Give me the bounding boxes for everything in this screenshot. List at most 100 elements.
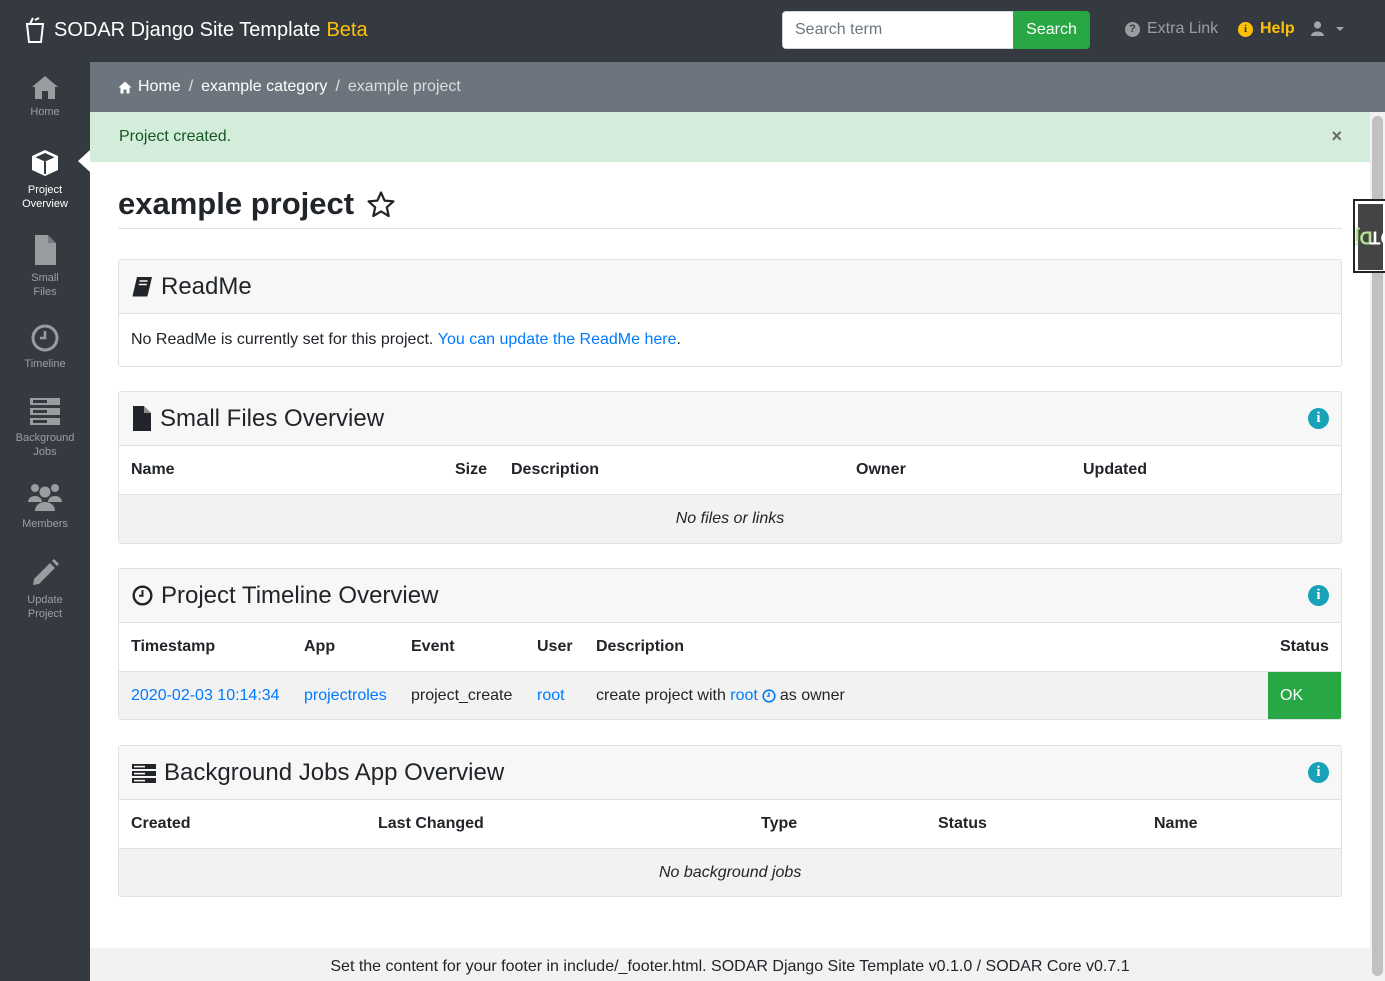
- readme-card: ReadMe No ReadMe is currently set for th…: [118, 259, 1342, 367]
- close-icon[interactable]: ×: [1331, 126, 1342, 147]
- beta-badge: Beta: [326, 18, 368, 41]
- column-header: Owner: [856, 461, 906, 478]
- extra-link[interactable]: ? Extra Link: [1125, 20, 1218, 38]
- sidebar-item-label: Small Files: [31, 272, 59, 298]
- column-header: Created: [131, 815, 191, 832]
- description-suffix: as owner: [779, 687, 845, 704]
- card-title: Small Files Overview: [160, 404, 385, 432]
- info-circle-icon: i: [1238, 21, 1253, 37]
- readme-body: No ReadMe is currently set for this proj…: [119, 314, 1341, 366]
- debug-toolbar-logo: DjDT: [1354, 204, 1385, 270]
- bucket-logo-icon: [25, 17, 45, 43]
- info-icon[interactable]: i: [1308, 408, 1329, 429]
- empty-message: No files or links: [119, 495, 1341, 543]
- sidebar-item-label: Update Project: [27, 594, 63, 620]
- sidebar-item-project-overview[interactable]: Project Overview: [0, 148, 90, 211]
- breadcrumb-category[interactable]: example category: [201, 78, 327, 96]
- sidebar: Home Project Overview Small Files Timeli…: [0, 62, 90, 981]
- active-item-indicator: [78, 150, 90, 172]
- debug-toolbar-label: DjDT: [1354, 227, 1385, 248]
- footer-text: Set the content for your footer in inclu…: [330, 957, 1130, 975]
- description-user-link[interactable]: root: [730, 672, 758, 719]
- sidebar-item-home[interactable]: Home: [0, 74, 90, 119]
- app-link[interactable]: projectroles: [304, 672, 387, 719]
- sidebar-item-label: Timeline: [24, 358, 66, 370]
- project-title: example project: [118, 186, 355, 221]
- pencil-icon: [33, 559, 59, 585]
- table-header: Name Size Description Owner Updated: [119, 446, 1341, 495]
- column-header: Description: [511, 461, 600, 478]
- question-circle-icon: ?: [1125, 21, 1140, 37]
- readme-text: No ReadMe is currently set for this proj…: [131, 331, 434, 348]
- card-header: ReadMe: [119, 260, 1341, 314]
- column-header: Type: [761, 815, 798, 832]
- sidebar-item-members[interactable]: Members: [0, 482, 90, 531]
- column-header: App: [304, 638, 336, 655]
- server-icon: [132, 763, 156, 783]
- sidebar-item-update-project[interactable]: Update Project: [0, 558, 90, 621]
- card-header: Small Files Overview i: [119, 392, 1341, 446]
- caret-down-icon: [1336, 26, 1344, 31]
- book-icon: [132, 277, 152, 297]
- event-description: create project with root as owner: [596, 672, 845, 719]
- event-name: project_create: [411, 687, 513, 704]
- sidebar-item-label: Members: [22, 518, 68, 530]
- site-brand[interactable]: SODAR Django Site Template Beta: [24, 14, 368, 46]
- card-header: Project Timeline Overview i: [119, 569, 1341, 623]
- user-icon: [1311, 21, 1324, 36]
- search-button[interactable]: Search: [1013, 11, 1090, 49]
- update-readme-link[interactable]: You can update the ReadMe here: [438, 331, 677, 349]
- small-files-card: Small Files Overview i Name Size Descrip…: [118, 391, 1342, 544]
- table-header: Timestamp App Event User Description Sta…: [119, 623, 1341, 672]
- page-title: example project: [118, 186, 395, 222]
- clock-icon[interactable]: [762, 689, 776, 703]
- breadcrumb-home[interactable]: Home: [138, 78, 181, 96]
- column-header: Event: [411, 638, 455, 655]
- brand-title: SODAR Django Site Template: [54, 18, 321, 41]
- timeline-card: Project Timeline Overview i Timestamp Ap…: [118, 568, 1342, 720]
- sidebar-item-label: Background Jobs: [15, 432, 75, 458]
- status-badge: OK: [1268, 672, 1341, 719]
- table-row: 2020-02-03 10:14:34 projectroles project…: [119, 672, 1341, 719]
- sidebar-item-label: Project Overview: [22, 184, 68, 210]
- extra-link-label: Extra Link: [1147, 20, 1219, 37]
- timestamp-link[interactable]: 2020-02-03 10:14:34: [131, 672, 280, 719]
- user-dropdown[interactable]: [1311, 21, 1347, 36]
- column-header: Status: [1280, 638, 1329, 655]
- card-title: Background Jobs App Overview: [164, 758, 505, 786]
- user-link[interactable]: root: [537, 672, 565, 719]
- empty-message: No background jobs: [119, 849, 1341, 896]
- breadcrumb: Home / example category / example projec…: [90, 62, 1385, 112]
- alert-message: Project created.: [119, 128, 232, 145]
- home-icon: [32, 76, 58, 99]
- users-icon: [28, 484, 62, 511]
- sidebar-item-timeline[interactable]: Timeline: [0, 324, 90, 371]
- column-header: Status: [938, 815, 987, 832]
- column-header: Last Changed: [378, 815, 484, 832]
- column-header: Name: [1154, 815, 1198, 832]
- help-link[interactable]: i Help: [1238, 20, 1295, 38]
- readme-trailing: .: [676, 331, 681, 348]
- table-header: Created Last Changed Type Status Name: [119, 800, 1341, 849]
- info-icon[interactable]: i: [1308, 585, 1329, 606]
- description-prefix: create project with: [596, 687, 726, 704]
- column-header: Description: [596, 638, 685, 655]
- search-input[interactable]: [782, 11, 1014, 49]
- info-icon[interactable]: i: [1308, 762, 1329, 783]
- breadcrumb-current: example project: [347, 78, 461, 95]
- star-icon[interactable]: [367, 190, 395, 218]
- file-icon: [133, 406, 151, 431]
- sidebar-item-small-files[interactable]: Small Files: [0, 234, 90, 299]
- column-header: Updated: [1083, 461, 1147, 478]
- top-navbar: SODAR Django Site Template Beta Search ?…: [0, 0, 1385, 62]
- sidebar-item-background-jobs[interactable]: Background Jobs: [0, 396, 90, 459]
- help-link-label: Help: [1260, 20, 1295, 37]
- title-divider: [118, 228, 1342, 229]
- card-header: Background Jobs App Overview i: [119, 746, 1341, 800]
- cube-icon: [32, 150, 58, 176]
- column-header: User: [537, 638, 573, 655]
- column-header: Name: [131, 461, 175, 478]
- card-title: ReadMe: [161, 272, 252, 300]
- debug-toolbar-handle[interactable]: DjDT: [1353, 199, 1385, 273]
- breadcrumb-separator: /: [188, 78, 194, 95]
